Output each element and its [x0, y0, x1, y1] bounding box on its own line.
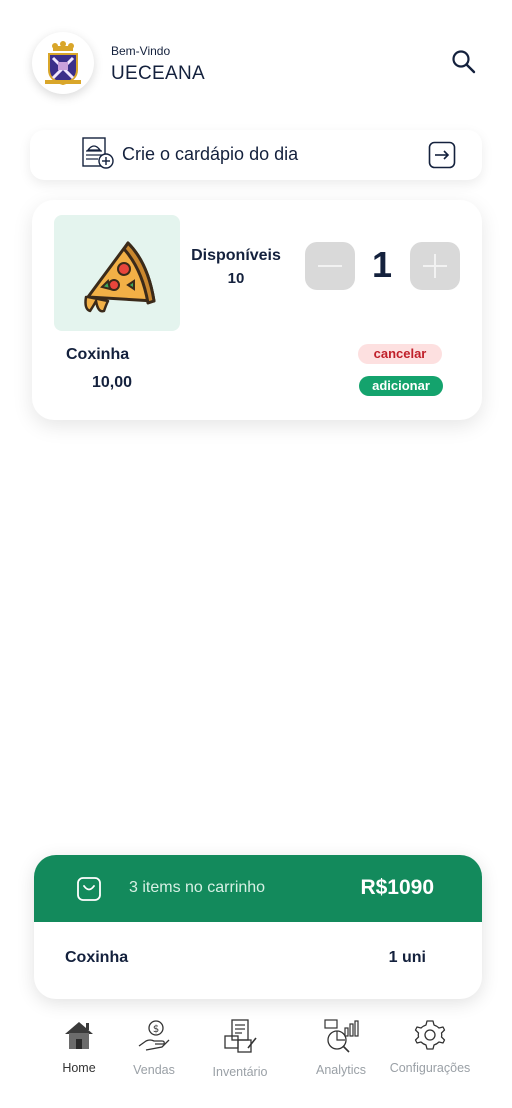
- search-button[interactable]: [450, 48, 478, 76]
- crest-logo-icon: [45, 41, 81, 86]
- nav-label-configuracoes: Configurações: [389, 1061, 471, 1075]
- available-value: 10: [227, 270, 245, 287]
- cancel-button[interactable]: cancelar: [358, 344, 442, 364]
- cart-item-qty: 1 uni: [388, 949, 426, 966]
- nav-label-inventario: Inventário: [212, 1065, 268, 1079]
- nav-label-home: Home: [62, 1061, 96, 1075]
- cart-item-name: Coxinha: [65, 949, 129, 966]
- shopping-bag-icon: [77, 877, 101, 901]
- minus-icon: [318, 265, 342, 267]
- plus-icon-vertical: [434, 254, 436, 278]
- menu-document-add-icon: [82, 137, 114, 169]
- nav-item-configuracoes[interactable]: Configurações: [386, 1018, 474, 1075]
- pizza-slice-icon: [84, 241, 156, 313]
- cart-panel: 3 items no carrinho R$1090 Coxinha 1 uni: [34, 855, 482, 999]
- nav-item-inventario[interactable]: Inventário: [208, 1018, 272, 1079]
- cart-item-count: 3 items no carrinho: [129, 879, 266, 896]
- add-button[interactable]: adicionar: [359, 376, 443, 396]
- product-name: Coxinha: [66, 346, 130, 363]
- cart-total: R$1090: [360, 876, 434, 899]
- nav-label-vendas: Vendas: [133, 1063, 175, 1077]
- cart-header[interactable]: 3 items no carrinho R$1090: [34, 855, 482, 922]
- search-icon: [452, 50, 476, 74]
- svg-text:$: $: [153, 1024, 159, 1035]
- product-card: Disponíveis 10 1 Coxinha 10,00 cancelar …: [32, 200, 482, 420]
- greeting-text: Bem-Vindo: [111, 44, 171, 58]
- increase-quantity-button[interactable]: [410, 242, 460, 290]
- nav-item-home[interactable]: Home: [58, 1018, 100, 1075]
- user-name: UECEANA: [111, 63, 205, 84]
- header: Bem-Vindo UECEANA: [32, 30, 480, 96]
- inventory-icon: [224, 1019, 257, 1053]
- create-menu-label: Crie o cardápio do dia: [122, 144, 299, 164]
- quantity-value: 1: [371, 244, 393, 285]
- available-label: Disponíveis: [191, 247, 281, 264]
- hand-money-icon: $: [138, 1020, 170, 1051]
- decrease-quantity-button[interactable]: [305, 242, 355, 290]
- arrow-right-box-icon[interactable]: [428, 141, 456, 169]
- nav-item-vendas[interactable]: $ Vendas: [130, 1018, 178, 1077]
- avatar[interactable]: [32, 32, 94, 94]
- analytics-icon: [324, 1019, 359, 1053]
- bottom-nav: Home $ Vendas Inventário Analytics Confi…: [0, 1018, 512, 1098]
- home-icon: [65, 1022, 93, 1049]
- nav-item-analytics[interactable]: Analytics: [312, 1018, 370, 1077]
- gear-icon: [414, 1020, 446, 1050]
- product-price: 10,00: [92, 374, 133, 391]
- create-menu-card[interactable]: Crie o cardápio do dia: [30, 130, 482, 180]
- product-image: [54, 215, 180, 331]
- nav-label-analytics: Analytics: [315, 1063, 367, 1077]
